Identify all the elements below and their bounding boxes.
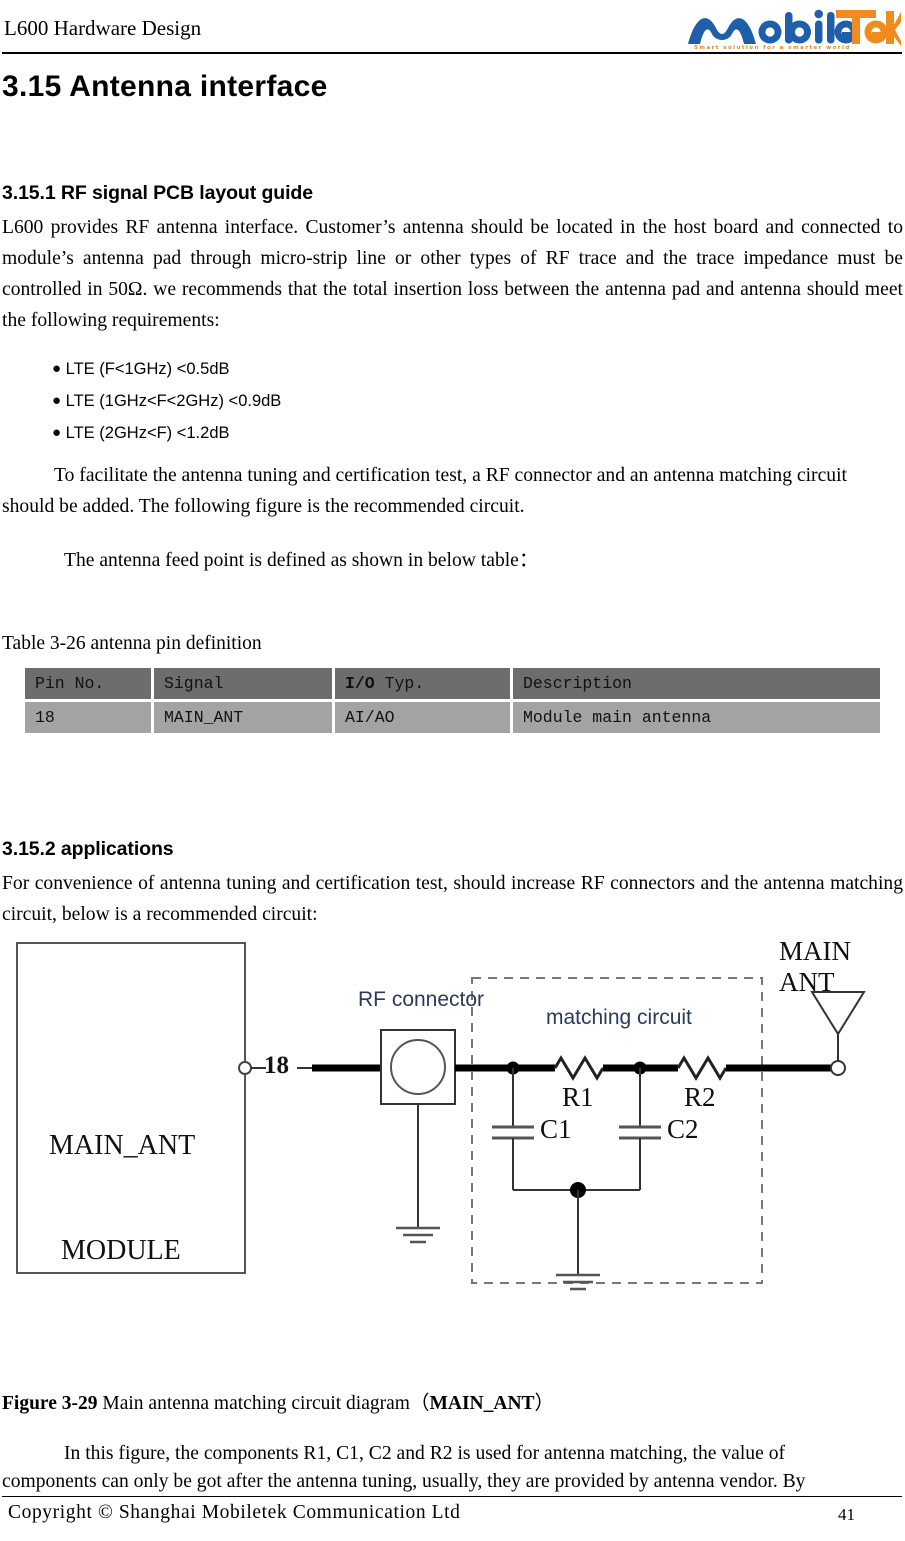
- table-body: 18 MAIN_ANT AI/AO Module main antenna: [25, 702, 880, 733]
- antenna-triangle-symbol: [810, 991, 866, 1036]
- paragraph-rf-intro: L600 provides RF antenna interface. Cust…: [2, 217, 903, 331]
- paragraph-component-values-line2: components can only be got after the ant…: [2, 1471, 806, 1492]
- table-caption: Table 3-26 antenna pin definition: [2, 633, 262, 654]
- table-header-signal: Signal: [154, 668, 332, 699]
- bullet-marker: ●: [52, 424, 62, 441]
- paragraph-applications-intro: For convenience of antenna tuning and ce…: [2, 873, 903, 925]
- footer-page-number: 41: [838, 1505, 855, 1524]
- antenna-pin-definition-table: Pin No. Signal I/O Typ. Description 18 M…: [22, 665, 883, 736]
- cell-description: Module main antenna: [513, 702, 880, 733]
- heading-applications: 3.15.2 applications: [2, 838, 174, 860]
- table-header-row: Pin No. Signal I/O Typ. Description: [25, 668, 880, 699]
- table-header-io-typ: I/O Typ.: [335, 668, 510, 699]
- label-matching-circuit: matching circuit: [546, 1006, 692, 1029]
- page-header: L600 Hardware Design Smart solution for …: [0, 8, 905, 54]
- header-document-title: L600 Hardware Design: [4, 16, 202, 40]
- module-box: [16, 942, 246, 1274]
- bullet-item-3: ● LTE (2GHz<F) <1.2dB: [52, 424, 230, 443]
- table-header-io-strong: I/O: [345, 674, 375, 693]
- logo-tagline: Smart solution for a smarter world: [694, 45, 851, 51]
- header-divider: [2, 52, 902, 54]
- ground-symbol-matching-circuit: [556, 1273, 600, 1291]
- heading-rf-signal-pcb-layout-guide: 3.15.1 RF signal PCB layout guide: [2, 182, 313, 204]
- page-title: 3.15 Antenna interface: [2, 70, 328, 103]
- bullet-text: LTE (F<1GHz) <0.5dB: [65, 360, 230, 378]
- figure-caption-label: Figure 3-29: [2, 1393, 98, 1414]
- document-page: L600 Hardware Design Smart solution for …: [0, 0, 905, 1541]
- table-header-typ: Typ.: [374, 674, 425, 693]
- rf-connector-body: [380, 1029, 456, 1105]
- cell-pin-no: 18: [25, 702, 151, 733]
- resistor-r1-symbol: [553, 1055, 605, 1081]
- bullet-marker: ●: [52, 360, 62, 377]
- antenna-matching-circuit-figure: MAIN_ANT 18 MODULE RF connector matching…: [0, 930, 905, 1330]
- label-pin-number: 18: [264, 1052, 289, 1079]
- bullet-text: LTE (2GHz<F) <1.2dB: [65, 424, 230, 442]
- bullet-text: LTE (1GHz<F<2GHz) <0.9dB: [65, 392, 282, 410]
- table-row: 18 MAIN_ANT AI/AO Module main antenna: [25, 702, 880, 733]
- label-module: MODULE: [61, 1235, 181, 1266]
- figure-caption: Figure 3-29 Main antenna matching circui…: [2, 1386, 554, 1415]
- footer-copyright: Copyright © Shanghai Mobiletek Communica…: [8, 1502, 461, 1523]
- label-r2: R2: [684, 1082, 716, 1112]
- figure-caption-text: Main antenna matching circuit diagram（: [97, 1393, 430, 1414]
- cell-io-typ: AI/AO: [335, 702, 510, 733]
- paragraph-component-values-line1: In this figure, the components R1, C1, C…: [64, 1443, 786, 1464]
- cell-signal: MAIN_ANT: [154, 702, 332, 733]
- bullet-marker: ●: [52, 392, 62, 409]
- table-head: Pin No. Signal I/O Typ. Description: [25, 668, 880, 699]
- label-c2: C2: [667, 1114, 699, 1144]
- label-rf-connector: RF connector: [358, 988, 485, 1011]
- bullet-item-2: ● LTE (1GHz<F<2GHz) <0.9dB: [52, 392, 281, 411]
- paragraph-facilitate-tuning: To facilitate the antenna tuning and cer…: [2, 465, 847, 517]
- label-main-ant-pin: MAIN_ANT: [49, 1130, 196, 1161]
- paragraph-feed-point: The antenna feed point is defined as sho…: [64, 550, 539, 571]
- figure-caption-close: ）: [534, 1393, 555, 1414]
- bullet-item-1: ● LTE (F<1GHz) <0.5dB: [52, 360, 230, 379]
- resistor-r2-symbol: [676, 1055, 728, 1081]
- mobiletek-logo: Smart solution for a smarter world: [686, 8, 901, 52]
- antenna-terminal-node: [830, 1060, 846, 1076]
- table-header-pin-no: Pin No.: [25, 668, 151, 699]
- label-main-ant: MAIN ANT: [779, 936, 851, 997]
- table-header-description: Description: [513, 668, 880, 699]
- ground-symbol-rf-connector: [396, 1226, 440, 1244]
- footer-divider: [2, 1496, 902, 1497]
- logo-mark: [688, 9, 901, 46]
- label-c1: C1: [540, 1114, 572, 1144]
- figure-caption-signal: MAIN_ANT: [429, 1393, 535, 1414]
- label-r1: R1: [562, 1082, 594, 1112]
- module-pin-node: [238, 1061, 252, 1075]
